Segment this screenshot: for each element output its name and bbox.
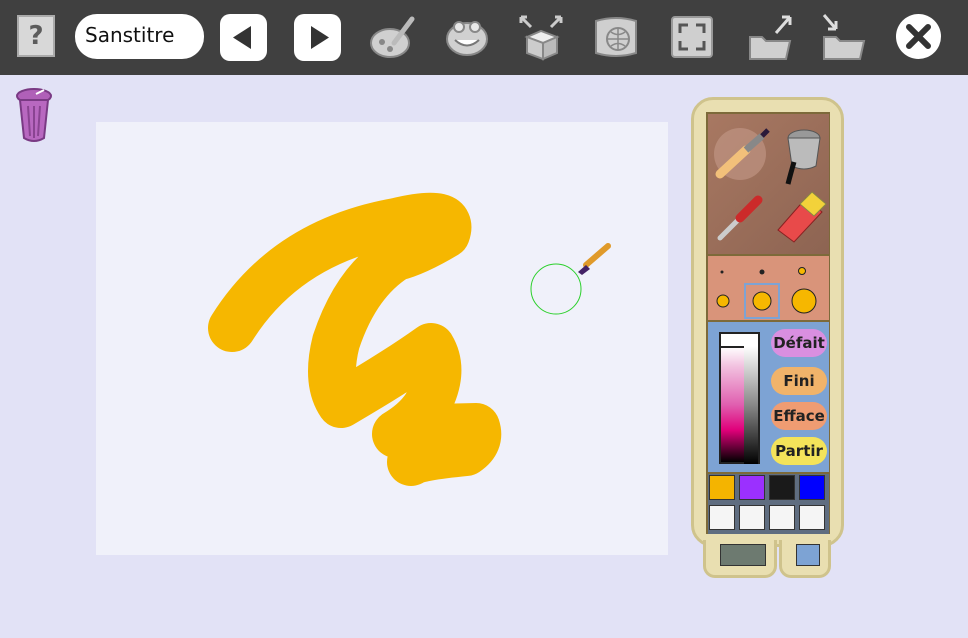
swatch-yellow[interactable] — [709, 475, 735, 500]
color-gradient-slider[interactable] — [719, 332, 760, 464]
brush-size-selector — [708, 256, 829, 320]
size-option-6[interactable] — [791, 288, 817, 314]
swatch-white-3[interactable] — [769, 505, 795, 530]
fullscreen-icon[interactable] — [668, 13, 716, 61]
paint-stroke — [208, 192, 502, 486]
undo-button[interactable]: Défait — [771, 329, 827, 357]
top-toolbar: ? Sanstitre — [0, 0, 968, 75]
paint-bucket-icon[interactable] — [785, 129, 821, 185]
brush-size-options — [716, 267, 817, 319]
done-label: Fini — [783, 372, 815, 390]
swatch-white-1[interactable] — [709, 505, 735, 530]
drawing-canvas[interactable] — [96, 122, 668, 555]
tools-tab[interactable] — [703, 540, 777, 578]
back-button[interactable] — [220, 14, 267, 61]
quit-button[interactable] — [896, 14, 941, 59]
leave-button[interactable]: Partir — [771, 437, 827, 465]
swatch-white-2[interactable] — [739, 505, 765, 530]
forward-button[interactable] — [294, 14, 341, 61]
file-name-field[interactable]: Sanstitre — [75, 14, 204, 59]
clear-button[interactable]: Efface — [771, 402, 827, 430]
close-icon — [906, 24, 931, 49]
brush-tab-icon — [796, 544, 820, 566]
size-option-4[interactable] — [716, 294, 730, 308]
tool-icons — [714, 128, 827, 243]
file-name-text: Sanstitre — [85, 23, 175, 47]
triangle-right-icon — [311, 26, 329, 49]
done-button[interactable]: Fini — [771, 367, 827, 395]
triangle-left-icon — [233, 26, 251, 49]
undo-label: Défait — [773, 334, 825, 352]
swatch-purple[interactable] — [739, 475, 765, 500]
folder-down-icon[interactable] — [820, 13, 868, 61]
help-label: ? — [28, 21, 44, 51]
brush-cursor-circle — [530, 263, 582, 315]
canvas-artwork — [208, 192, 611, 486]
size-option-1[interactable] — [720, 270, 724, 274]
swatch-black[interactable] — [769, 475, 795, 500]
brush-icon[interactable] — [714, 128, 770, 180]
tools-tab-icon — [720, 544, 766, 566]
swatch-white-4[interactable] — [799, 505, 825, 530]
brush-tab[interactable] — [779, 540, 831, 578]
size-option-5[interactable] — [752, 291, 772, 311]
leave-label: Partir — [775, 442, 823, 460]
help-button[interactable]: ? — [17, 15, 55, 57]
size-option-3[interactable] — [798, 267, 806, 275]
brush-cursor-icon — [578, 243, 611, 275]
dropper-icon[interactable] — [717, 195, 763, 241]
size-option-2[interactable] — [759, 269, 765, 275]
globe-icon[interactable] — [592, 13, 640, 61]
palette-brush-icon[interactable] — [368, 13, 416, 61]
trash-icon[interactable] — [14, 86, 56, 144]
box-arrows-icon[interactable] — [517, 13, 565, 61]
smiley-icon[interactable] — [443, 13, 491, 61]
tool-grid — [708, 114, 829, 254]
eraser-icon[interactable] — [777, 191, 827, 243]
folder-up-icon[interactable] — [746, 13, 794, 61]
clear-label: Efface — [773, 407, 825, 425]
swatch-blue[interactable] — [799, 475, 825, 500]
